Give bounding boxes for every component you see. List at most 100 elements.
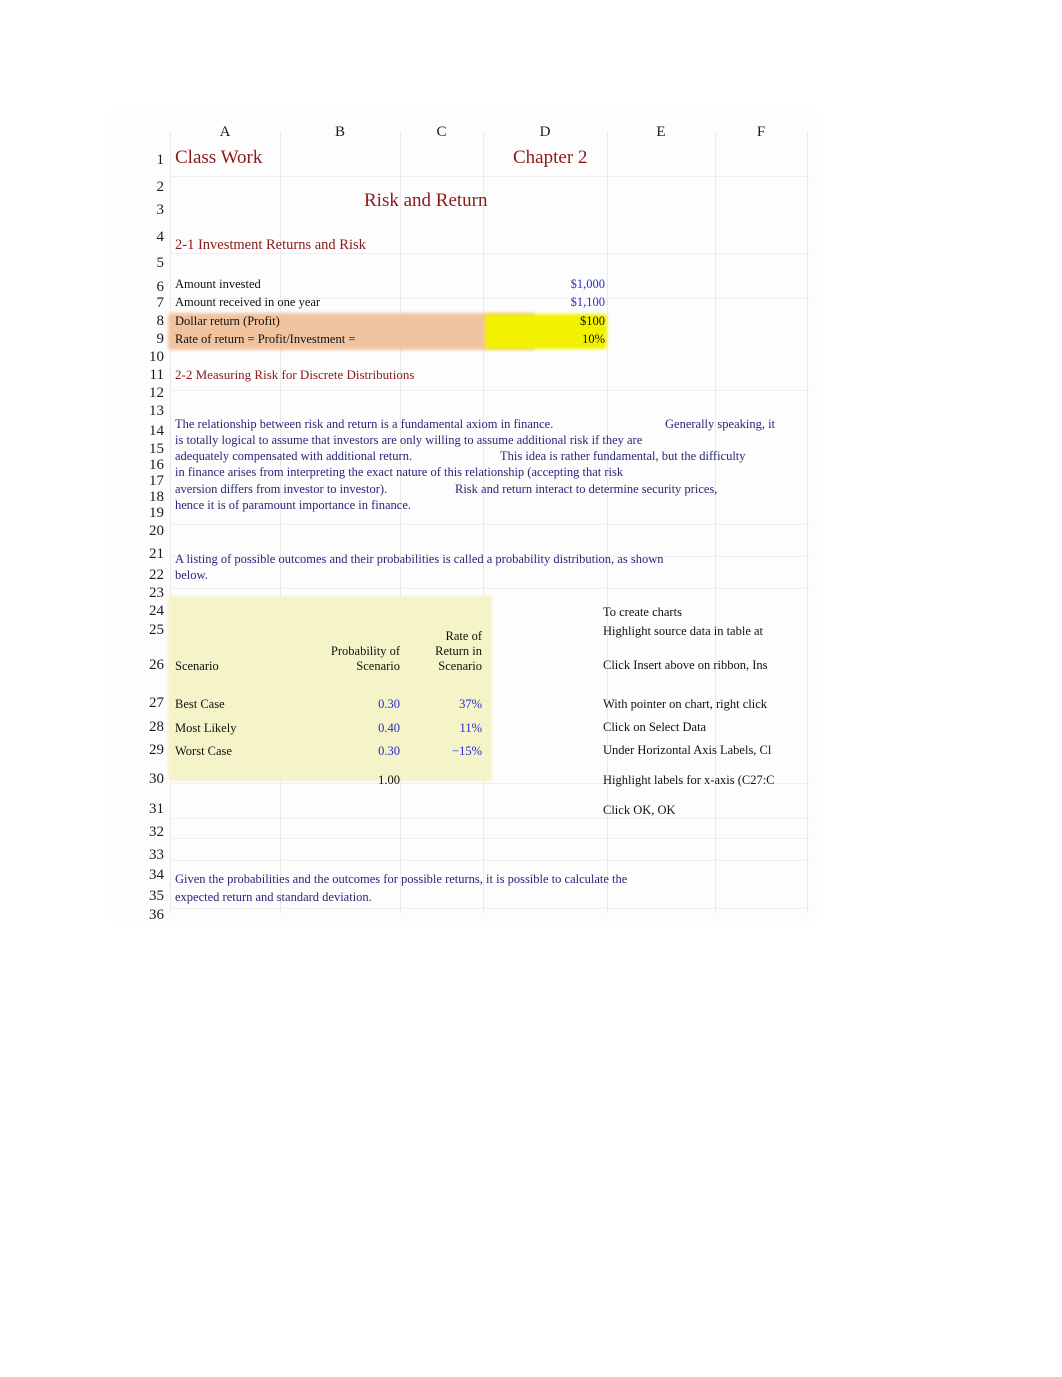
gridline-col-rowheader [170,132,171,913]
cell-c1-chapter[interactable]: Chapter 2 [513,148,587,167]
cell-a9-label[interactable]: Dollar return (Profit) [175,315,280,328]
row-header-31[interactable]: 31 [120,802,164,817]
cell-a7-label[interactable]: Amount invested [175,278,261,291]
paragraph-1-line-2-left: is totally logical to assume that invest… [175,433,643,447]
gridline-row [170,524,810,525]
paragraph-1-line-1-right: Generally speaking, it [665,417,776,431]
scenario-row-2-label[interactable]: Most Likely [175,722,236,735]
row-header-9[interactable]: 9 [120,332,165,347]
scenario-row-3-probability[interactable]: 0.30 [288,745,400,758]
row-header-4[interactable]: 4 [120,230,165,245]
gridline-col-e [715,132,716,913]
row-header-30[interactable]: 30 [120,772,164,787]
row-header-12[interactable]: 12 [120,386,164,401]
paragraph-1-line-3-right: This idea is rather fundamental, but the… [500,449,746,463]
scenario-table-header-rate-line2: Return in [435,644,482,658]
scenario-table-header-probability-line2: Scenario [356,659,400,673]
gridline-row [170,253,810,254]
gridline-row [170,838,810,839]
paragraph-1-line-6-left: hence it is of paramount importance in f… [175,498,412,512]
gridline-row [170,860,810,861]
paragraph-1-line-4-left: in finance arises from interpreting the … [175,465,624,479]
sheet-grid[interactable]: A B C D E F 1 2 3 4 5 6 7 8 9 10 11 12 1… [120,118,810,923]
column-header-f[interactable]: F [715,122,807,142]
row-header-35[interactable]: 35 [120,889,164,904]
row-header-18[interactable]: 18 [120,490,164,505]
row-header-32[interactable]: 32 [120,825,164,840]
column-header-b[interactable]: B [280,122,400,142]
paragraph-2-line-1: A listing of possible outcomes and their… [175,552,664,566]
paragraph-2-line-2: below. [175,568,208,582]
cell-c3-risk-and-return[interactable]: Risk and Return [364,191,488,210]
instruction-line-5: Click on Select Data [603,720,707,734]
scenario-row-3-label[interactable]: Worst Case [175,745,232,758]
cell-a5-section-2-1[interactable]: 2-1 Investment Returns and Risk [175,238,366,253]
row-header-27[interactable]: 27 [120,696,164,711]
row-header-16[interactable]: 16 [120,458,164,473]
row-header-14[interactable]: 14 [120,424,164,439]
row-header-11[interactable]: 11 [120,368,164,383]
scenario-row-2-rate[interactable]: 11% [402,722,482,735]
scenario-total-probability[interactable]: 1.00 [288,774,400,787]
column-header-e[interactable]: E [607,122,715,142]
row-header-22[interactable]: 22 [120,568,164,583]
row-header-6[interactable]: 6 [120,280,165,295]
paragraph-1-line-5-left: aversion differs from investor to invest… [175,482,388,496]
row-header-29[interactable]: 29 [120,743,164,758]
column-header-d[interactable]: D [483,122,607,142]
row-header-8[interactable]: 8 [120,314,165,329]
row-header-28[interactable]: 28 [120,720,164,735]
cell-a12-section-2-2[interactable]: 2-2 Measuring Risk for Discrete Distribu… [175,368,414,381]
column-header-c[interactable]: C [400,122,483,142]
row-header-19[interactable]: 19 [120,506,164,521]
scenario-table-header-rate-line3: Scenario [438,659,482,673]
scenario-row-1-probability[interactable]: 0.30 [288,698,400,711]
paragraph-1-line-1-left: The relationship between risk and return… [175,417,554,431]
row-header-13[interactable]: 13 [120,404,164,419]
gridline-row [170,390,810,391]
scenario-row-1-label[interactable]: Best Case [175,698,225,711]
paragraph-3-line-1: Given the probabilities and the outcomes… [175,872,628,886]
column-header-a[interactable]: A [170,122,280,142]
scenario-table-header-probability-line1: Probability of [330,644,400,658]
row-header-20[interactable]: 20 [120,524,164,539]
row-header-34[interactable]: 34 [120,868,164,883]
row-header-33[interactable]: 33 [120,848,164,863]
row-header-17[interactable]: 17 [120,474,164,489]
row-header-1[interactable]: 1 [120,153,165,168]
gridline-col-d [607,132,608,913]
instruction-line-2: Highlight source data in table at [603,624,764,638]
cell-d7-value[interactable]: $1,000 [485,278,605,291]
paragraph-1-line-3-left: adequately compensated with additional r… [175,449,413,463]
row-header-25[interactable]: 25 [120,623,164,638]
scenario-row-3-rate[interactable]: −15% [402,745,482,758]
cell-d10-value[interactable]: 10% [485,333,605,346]
cell-a10-label[interactable]: Rate of return = Profit/Investment = [175,333,355,346]
row-header-5[interactable]: 5 [120,256,165,271]
row-header-21[interactable]: 21 [120,547,164,562]
instruction-line-6: Under Horizontal Axis Labels, Cl [603,743,772,757]
spreadsheet-canvas: A B C D E F 1 2 3 4 5 6 7 8 9 10 11 12 1… [114,112,816,923]
gridline-col-b [400,132,401,913]
cell-a8-label[interactable]: Amount received in one year [175,296,320,309]
row-header-23[interactable]: 23 [120,586,164,601]
row-header-24[interactable]: 24 [120,604,164,619]
instruction-line-1: To create charts [603,605,682,619]
gridline-row [170,908,810,909]
row-header-15[interactable]: 15 [120,442,164,457]
row-header-3[interactable]: 3 [120,203,165,218]
row-header-2[interactable]: 2 [120,180,165,195]
gridline-col-f [807,132,808,913]
row-header-10[interactable]: 10 [120,350,164,365]
scenario-row-1-rate[interactable]: 37% [402,698,482,711]
row-header-36[interactable]: 36 [120,908,164,923]
scenario-table-header-scenario: Scenario [175,659,219,673]
scenario-row-2-probability[interactable]: 0.40 [288,722,400,735]
row-header-7[interactable]: 7 [120,296,165,311]
gridline-row [170,818,810,819]
gridline-row [170,176,810,177]
cell-d9-value[interactable]: $100 [485,315,605,328]
row-header-26[interactable]: 26 [120,658,164,673]
cell-a1-class-work[interactable]: Class Work [175,148,262,167]
cell-d8-value[interactable]: $1,100 [485,296,605,309]
